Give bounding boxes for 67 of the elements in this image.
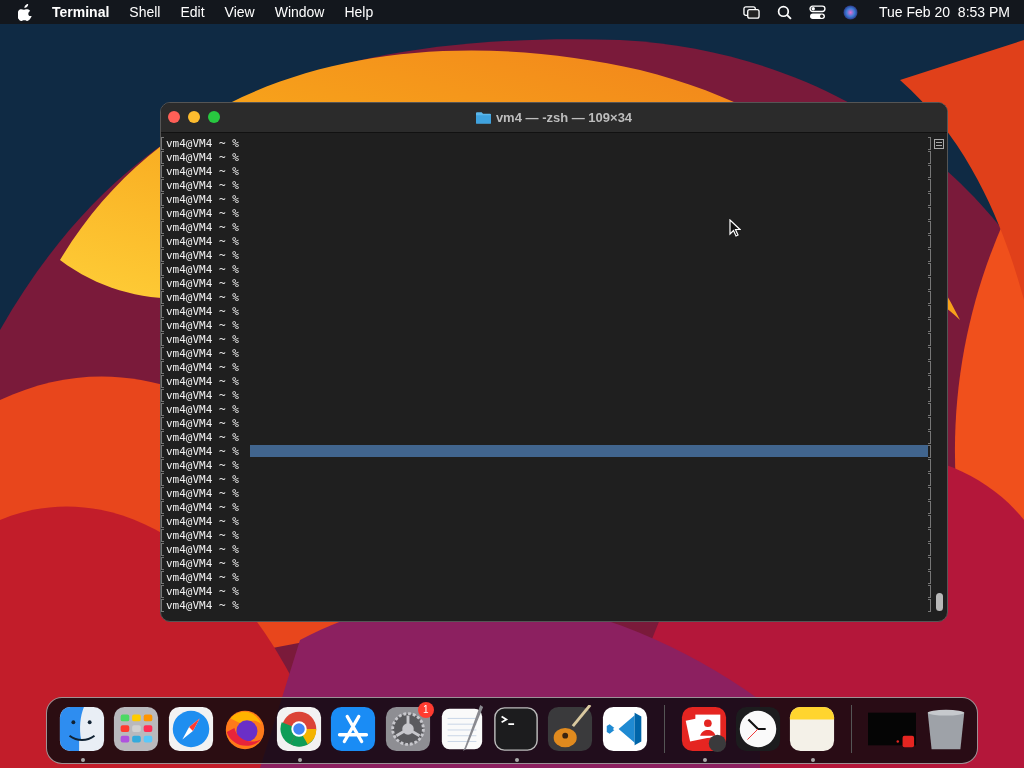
prompt-line: vm4@VM4 ~ % [166,528,240,542]
prompt-line: vm4@VM4 ~ % [166,514,240,528]
menu-item[interactable]: Help [344,4,374,20]
guitar-icon[interactable] [546,704,595,753]
prompt-line: vm4@VM4 ~ % [166,164,240,178]
prompt-line: vm4@VM4 ~ % [166,542,240,556]
prompt-line: vm4@VM4 ~ % [166,584,240,598]
close-button[interactable] [168,111,180,123]
notes-icon[interactable] [788,704,837,753]
prompt-line: vm4@VM4 ~ % [166,206,240,220]
app-store-icon[interactable] [329,704,378,753]
apple-logo-icon[interactable] [18,3,33,21]
app-menu[interactable]: Terminal [52,4,110,20]
compass-icon[interactable] [166,704,215,753]
gear-icon[interactable] [383,704,432,753]
clock-icon[interactable] [734,704,783,753]
prompt-line: vm4@VM4 ~ % [166,402,240,416]
prompt-line: vm4@VM4 ~ % [166,416,240,430]
prompt-line: vm4@VM4 ~ % [166,598,240,612]
chrome-icon[interactable] [275,704,324,753]
prompt-line: vm4@VM4 ~ % [166,500,240,514]
menu-bar-clock[interactable]: Tue Feb 20 8:53 PM [879,4,1010,20]
minimize-button[interactable] [188,111,200,123]
prompt-line: vm4@VM4 ~ % [166,262,240,276]
prompt-line: vm4@VM4 ~ % [166,234,240,248]
prompt-line: vm4@VM4 ~ % [166,556,240,570]
mouse-pointer-icon [729,219,741,237]
prompt-line: vm4@VM4 ~ % [166,178,240,192]
prompt-line: vm4@VM4 ~ % [166,430,240,444]
notification-badge: 1 [417,701,434,718]
menu-item[interactable]: Window [274,4,325,20]
prompt-line: vm4@VM4 ~ % [166,290,240,304]
app-grid-icon[interactable] [112,704,161,753]
prompt-line: vm4@VM4 ~ % [166,192,240,206]
prompt-line: vm4@VM4 ~ % [166,304,240,318]
prompt-line: vm4@VM4 ~ % [166,388,240,402]
search-icon[interactable] [776,4,793,20]
photo-booth-icon[interactable] [679,704,728,753]
folder-icon [475,111,491,124]
prompt-line: vm4@VM4 ~ % [166,458,240,472]
prompt-line: vm4@VM4 ~ % [166,486,240,500]
prompt-line: vm4@VM4 ~ % [166,346,240,360]
siri-icon[interactable] [842,4,859,20]
prompt-line: vm4@VM4 ~ % [166,276,240,290]
screen-mirroring-icon[interactable] [743,4,760,20]
prompt-line: vm4@VM4 ~ % [166,472,240,486]
control-center-icon[interactable] [809,4,826,20]
prompt-line: vm4@VM4 ~ % [166,248,240,262]
zoom-button[interactable] [208,111,220,123]
prompt-line: vm4@VM4 ~ % [166,136,240,150]
split-pane-icon[interactable] [934,139,944,149]
menu-item[interactable]: Shell [129,4,161,20]
scroll-thumb[interactable] [935,593,943,611]
window-title: vm4 — -zsh — 109×34 [495,110,633,125]
smiley-face-icon[interactable] [58,704,107,753]
terminal-icon[interactable] [492,704,541,753]
menu-item[interactable]: View [224,4,255,20]
prompt-line: vm4@VM4 ~ % [166,444,240,458]
prompt-line: vm4@VM4 ~ % [166,318,240,332]
menu-item[interactable]: Edit [180,4,205,20]
prompt-line: vm4@VM4 ~ % [166,332,240,346]
code-editor-icon[interactable] [600,704,649,753]
prompt-line: vm4@VM4 ~ % [166,374,240,388]
prompt-line: vm4@VM4 ~ % [166,150,240,164]
prompt-line: vm4@VM4 ~ % [166,360,240,374]
prompt-line: vm4@VM4 ~ % [166,570,240,584]
prompt-line: vm4@VM4 ~ % [166,220,240,234]
